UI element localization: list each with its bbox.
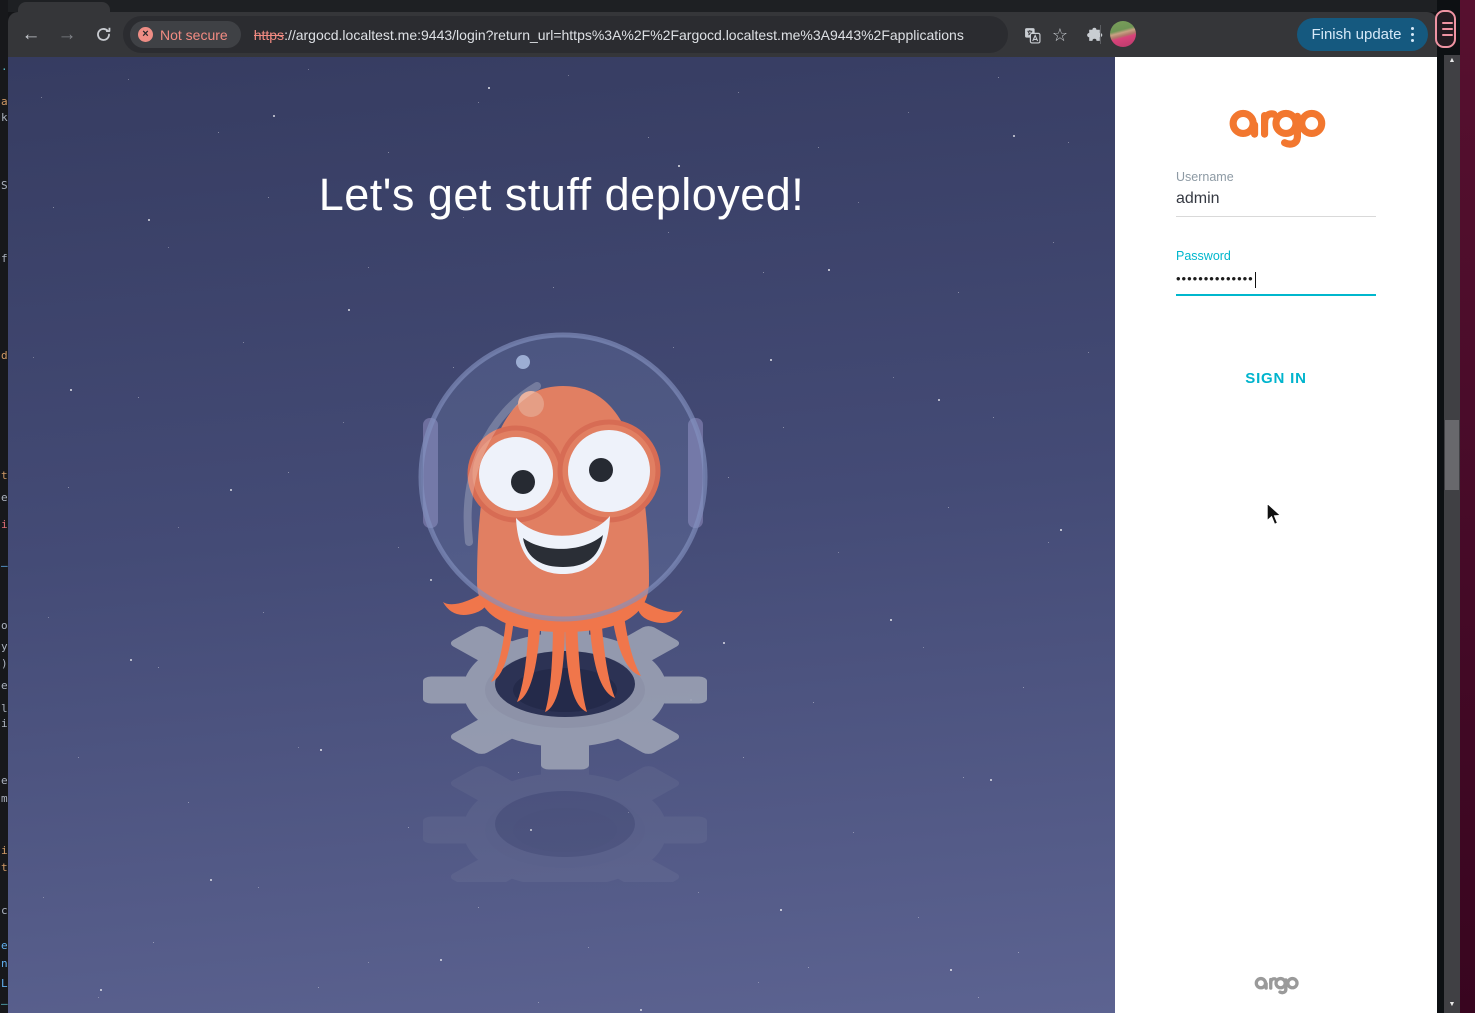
code-fragment: a [1, 96, 8, 107]
password-label: Password [1176, 249, 1376, 263]
code-fragment: y [1, 641, 8, 652]
browser-toolbar: ← → × Not secure https://argocd.localtes… [8, 12, 1437, 57]
password-masked-value: •••••••••••••• [1176, 271, 1254, 286]
password-input[interactable]: •••••••••••••• [1176, 270, 1376, 288]
scroll-up-button[interactable]: ▲ [1444, 55, 1460, 67]
code-fragment: m [1, 793, 8, 804]
code-fragment: f [1, 253, 8, 264]
password-underline-focused [1176, 294, 1376, 296]
star-field-bright [8, 57, 10, 59]
bookmark-star-icon: ☆ [1052, 25, 1068, 46]
back-button[interactable]: ← [16, 19, 46, 49]
code-fragment: i [1, 718, 8, 729]
forward-icon: → [58, 25, 77, 44]
url-scheme-struck: https [254, 27, 284, 43]
toolbar-separator [1100, 25, 1101, 44]
code-fragment: — [1, 560, 8, 571]
sign-in-button[interactable]: SIGN IN [1115, 369, 1437, 388]
code-fragment: i [1, 845, 8, 856]
login-panel: Username admin Password •••••••••••••• S… [1115, 57, 1437, 1013]
profile-avatar[interactable] [1110, 21, 1136, 47]
text-caret [1255, 272, 1257, 288]
desktop-right-strip: ▲ ▼ [1437, 0, 1475, 1013]
code-fragment: o [1, 620, 8, 631]
back-icon: ← [22, 25, 41, 44]
url-text: https://argocd.localtest.me:9443/login?r… [254, 27, 964, 43]
extensions-button[interactable] [1080, 21, 1108, 49]
password-field-group: Password •••••••••••••• [1176, 249, 1376, 288]
code-fragment: L [1, 978, 8, 989]
background-hamburger-menu-icon[interactable] [1435, 10, 1456, 48]
code-fragment: d [1, 350, 8, 361]
username-label: Username [1176, 170, 1376, 184]
argo-logo-small [1253, 969, 1299, 996]
translate-button[interactable] [1018, 21, 1046, 49]
hero-panel: Let's get stuff deployed! [8, 57, 1115, 1013]
not-secure-label: Not secure [160, 27, 228, 43]
browser-window: ← → × Not secure https://argocd.localtes… [8, 0, 1437, 1013]
argo-mascot-illustration [403, 322, 723, 882]
reload-icon [95, 26, 112, 43]
code-fragment: t [1, 470, 8, 481]
gear [423, 610, 707, 769]
bookmark-star-button[interactable]: ☆ [1046, 21, 1074, 49]
helmet [421, 335, 705, 619]
argo-logo [1226, 93, 1326, 151]
reload-button[interactable] [88, 19, 118, 49]
scrollbar-thumb[interactable] [1445, 420, 1459, 490]
code-fragment: e [1, 775, 8, 786]
not-secure-icon: × [138, 27, 153, 42]
code-fragment: e [1, 492, 8, 503]
browser-tab[interactable] [18, 2, 110, 12]
code-fragment: — [1, 998, 8, 1009]
not-secure-chip[interactable]: × Not secure [130, 21, 241, 48]
code-fragment: e [1, 680, 8, 691]
mouse-cursor [1263, 502, 1285, 528]
code-fragment: · [1, 64, 8, 75]
code-fragment: i [1, 519, 8, 530]
code-fragment: l [1, 703, 8, 714]
address-bar[interactable]: × Not secure https://argocd.localtest.me… [123, 16, 1008, 53]
code-fragment: S [1, 180, 8, 191]
code-fragment: t [1, 862, 8, 873]
hero-headline: Let's get stuff deployed! [8, 169, 1115, 221]
page-viewport: Let's get stuff deployed! [8, 57, 1437, 1013]
background-app-edge: ·akSfdtei—oy)eliemitcenL— [0, 0, 8, 1013]
translate-icon [1024, 27, 1041, 44]
username-field-group: Username admin [1176, 170, 1376, 208]
finish-update-button[interactable]: Finish update [1297, 18, 1428, 51]
scroll-down-button[interactable]: ▼ [1444, 999, 1460, 1011]
finish-update-label: Finish update [1311, 26, 1401, 43]
scrollbar[interactable]: ▲ ▼ [1444, 55, 1460, 1013]
code-fragment: c [1, 905, 8, 916]
tab-strip [8, 0, 1437, 12]
code-fragment: ) [1, 658, 8, 669]
desktop-wallpaper [1460, 0, 1475, 1013]
code-fragment: n [1, 958, 8, 969]
forward-button[interactable]: → [52, 19, 82, 49]
code-fragment: k [1, 112, 8, 123]
url-rest: ://argocd.localtest.me:9443/login?return… [284, 27, 964, 43]
overflow-menu-icon [1411, 27, 1414, 42]
username-input[interactable]: admin [1176, 190, 1376, 208]
username-underline [1176, 216, 1376, 217]
code-fragment: e [1, 940, 8, 951]
